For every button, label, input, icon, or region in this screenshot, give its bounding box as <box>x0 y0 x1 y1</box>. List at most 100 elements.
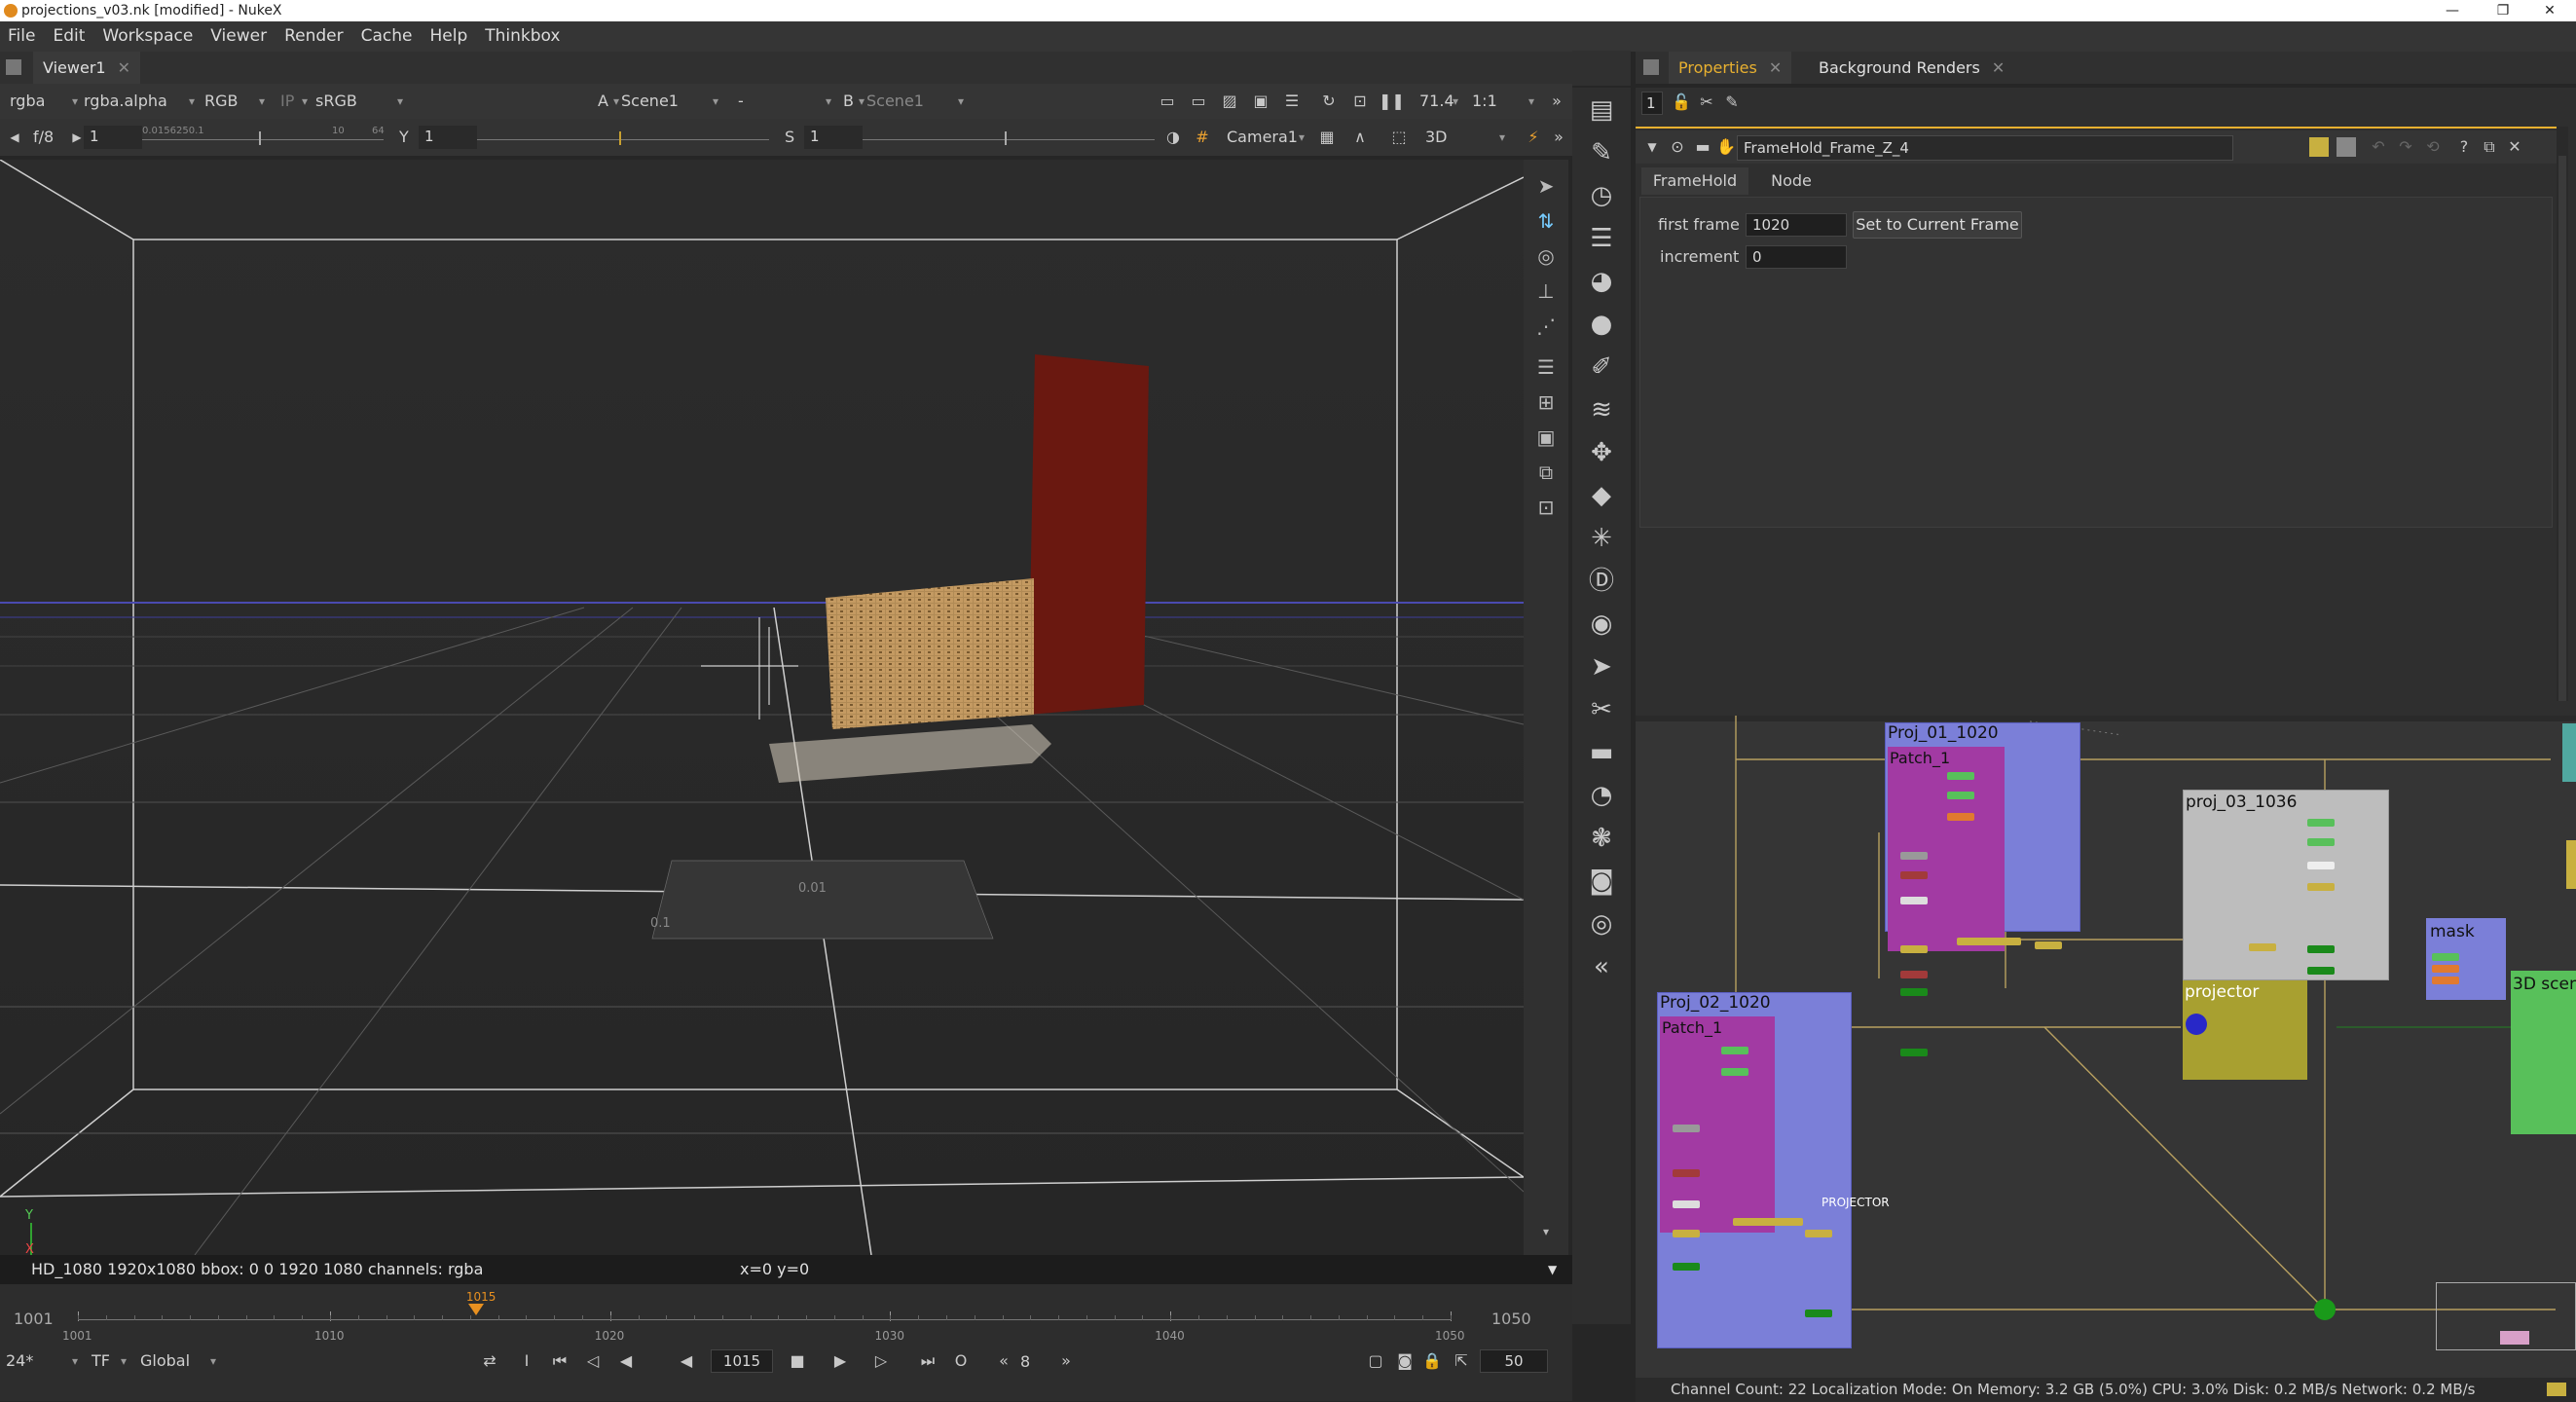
translate-icon[interactable]: ⇅ <box>1533 208 1559 234</box>
axis-icon[interactable]: ⊥ <box>1533 278 1559 304</box>
out-point-icon[interactable]: O <box>948 1348 974 1374</box>
current-frame-field[interactable]: 1015 <box>711 1349 773 1373</box>
lines-icon[interactable]: ☰ <box>1279 89 1305 114</box>
graph-node[interactable] <box>1900 971 1928 978</box>
tab-background-renders[interactable]: Background Renders ✕ <box>1809 52 2014 84</box>
timeline-end[interactable]: 1050 <box>1491 1310 1531 1328</box>
in-point-icon[interactable]: I <box>514 1348 539 1374</box>
global-range-dropdown[interactable]: Global <box>140 1348 216 1374</box>
lut-dropdown[interactable]: sRGB <box>315 89 403 114</box>
fps-dropdown[interactable]: 24* <box>6 1348 78 1374</box>
input-b-dropdown[interactable]: Scene1 <box>866 89 964 114</box>
toolsets-node-icon[interactable]: ✂ <box>1585 693 1618 726</box>
float-panel-icon[interactable]: ⧉ <box>2477 134 2502 160</box>
ip-button[interactable]: IP <box>280 89 308 114</box>
last-frame-icon[interactable]: ⏭ <box>915 1348 940 1374</box>
rotate-icon[interactable]: ◎ <box>1533 243 1559 269</box>
close-icon[interactable]: ✕ <box>118 58 130 77</box>
graph-node[interactable] <box>1673 1230 1700 1237</box>
graph-node[interactable] <box>1900 988 1928 996</box>
tab-viewer1[interactable]: Viewer1 ✕ <box>33 52 140 84</box>
redo-icon[interactable]: ↷ <box>2393 134 2418 160</box>
graph-node[interactable] <box>1805 1310 1832 1317</box>
checker-icon[interactable]: ▨ <box>1217 89 1242 114</box>
backdrop-3d-scene[interactable]: 3D scen <box>2511 971 2576 1134</box>
graph-node[interactable] <box>1900 1049 1928 1056</box>
alpha-channel-dropdown[interactable]: rgba.alpha <box>84 89 195 114</box>
refresh-icon[interactable]: ↻ <box>1316 89 1342 114</box>
lock-icon[interactable]: 🔓 <box>1669 90 1694 115</box>
keyer-node-icon[interactable]: ✐ <box>1585 350 1618 384</box>
draw-node-icon[interactable]: ✎ <box>1585 136 1618 169</box>
properties-scrollbar[interactable] <box>2557 127 2568 701</box>
offscreen-node[interactable] <box>2566 840 2576 889</box>
wipe-icon[interactable]: ▣ <box>1248 89 1273 114</box>
center-node-icon[interactable]: ⊙ <box>1665 134 1690 160</box>
menu-viewer[interactable]: Viewer <box>202 21 276 52</box>
expand-icon[interactable]: » <box>1544 89 1569 114</box>
curve-icon[interactable]: ∧ <box>1347 125 1373 150</box>
transform-box-icon[interactable]: ⊞ <box>1533 389 1559 415</box>
menu-workspace[interactable]: Workspace <box>93 21 202 52</box>
tile-color-swatch[interactable] <box>2309 137 2329 157</box>
camera-node-dot[interactable] <box>2186 1014 2207 1035</box>
skip-forward-icon[interactable]: » <box>1053 1348 1079 1374</box>
lock-camera-icon[interactable]: ▦ <box>1314 125 1340 150</box>
lock-range-icon[interactable]: 🔒 <box>1419 1348 1445 1374</box>
channel-node-icon[interactable]: ☰ <box>1585 222 1618 255</box>
mask-icon[interactable]: ▣ <box>1533 424 1559 450</box>
3d-viewport[interactable]: 0.01 0.1 Y X <box>0 160 1524 1255</box>
tab-properties[interactable]: Properties ✕ <box>1669 52 1792 84</box>
step-value[interactable]: 8 <box>1020 1352 1030 1371</box>
gamma-field[interactable]: 1 <box>419 126 477 149</box>
graph-node[interactable] <box>1673 1200 1700 1208</box>
grid-icon[interactable]: # <box>1190 125 1215 150</box>
transform-node-icon[interactable]: ✥ <box>1585 436 1618 469</box>
export-icon[interactable]: ⇱ <box>1449 1348 1474 1374</box>
graph-node[interactable] <box>1957 938 2021 945</box>
revert-icon[interactable]: ⟲ <box>2420 134 2446 160</box>
timeline-start[interactable]: 1001 <box>14 1310 54 1328</box>
graph-node[interactable] <box>1733 1218 1803 1226</box>
backdrop-proj-03[interactable]: proj_03_1036 <box>2183 790 2389 980</box>
collapse-node-icon[interactable]: ▼ <box>1639 134 1665 160</box>
expand-icon[interactable]: » <box>1546 125 1571 150</box>
wand-icon[interactable]: ⚡ <box>1521 125 1546 150</box>
graph-node[interactable] <box>1947 792 1974 799</box>
other-node-icon[interactable]: ▬ <box>1585 736 1618 769</box>
saturation-slider[interactable] <box>863 126 1155 149</box>
color-node-icon[interactable]: ◕ <box>1585 265 1618 298</box>
play-backward-icon[interactable]: ◀ <box>674 1348 699 1374</box>
graph-node[interactable] <box>2432 953 2459 961</box>
node-color-icon[interactable]: ✋ <box>1713 134 1739 160</box>
menu-file[interactable]: File <box>0 21 44 52</box>
node-name-field[interactable]: FrameHold_Frame_Z_4 <box>1737 135 2233 161</box>
menu-thinkbox[interactable]: Thinkbox <box>476 21 569 52</box>
subtab-node[interactable]: Node <box>1752 167 1830 195</box>
cara-node-icon[interactable]: ◙ <box>1585 865 1618 898</box>
graph-node[interactable] <box>2432 965 2459 973</box>
image-node-icon[interactable]: ▤ <box>1585 93 1618 127</box>
tf-dropdown[interactable]: TF <box>92 1348 127 1374</box>
channels-dropdown[interactable]: rgba <box>10 89 78 114</box>
font-color-swatch[interactable] <box>2337 137 2356 157</box>
zoom-dropdown[interactable]: 71.4 <box>1419 89 1458 114</box>
graph-node[interactable] <box>2307 883 2335 891</box>
close-icon[interactable]: ✕ <box>1992 58 2005 77</box>
deep-node-icon[interactable]: Ⓓ <box>1585 565 1618 598</box>
timeline-ruler[interactable]: 1015 1001 1010 1020 1030 1040 1050 <box>62 1290 1465 1343</box>
graph-node[interactable] <box>1900 945 1928 953</box>
help-icon[interactable]: ? <box>2451 134 2477 160</box>
pause-icon[interactable]: ❚❚ <box>1379 89 1405 114</box>
next-frame-icon[interactable]: ▷ <box>868 1348 894 1374</box>
undo-icon[interactable]: ↶ <box>2366 134 2391 160</box>
graph-node[interactable] <box>1673 1263 1700 1271</box>
graph-node[interactable] <box>1673 1169 1700 1177</box>
gain-field[interactable]: 1 <box>84 126 142 149</box>
time-node-icon[interactable]: ◷ <box>1585 179 1618 212</box>
camera-snap-icon[interactable]: ◙ <box>1392 1348 1417 1374</box>
graph-node[interactable] <box>2249 943 2276 951</box>
graph-node[interactable] <box>1805 1230 1832 1237</box>
backdrop-patch-1[interactable]: Patch_1 <box>1888 747 2005 951</box>
input-a-dropdown[interactable]: Scene1 <box>621 89 718 114</box>
